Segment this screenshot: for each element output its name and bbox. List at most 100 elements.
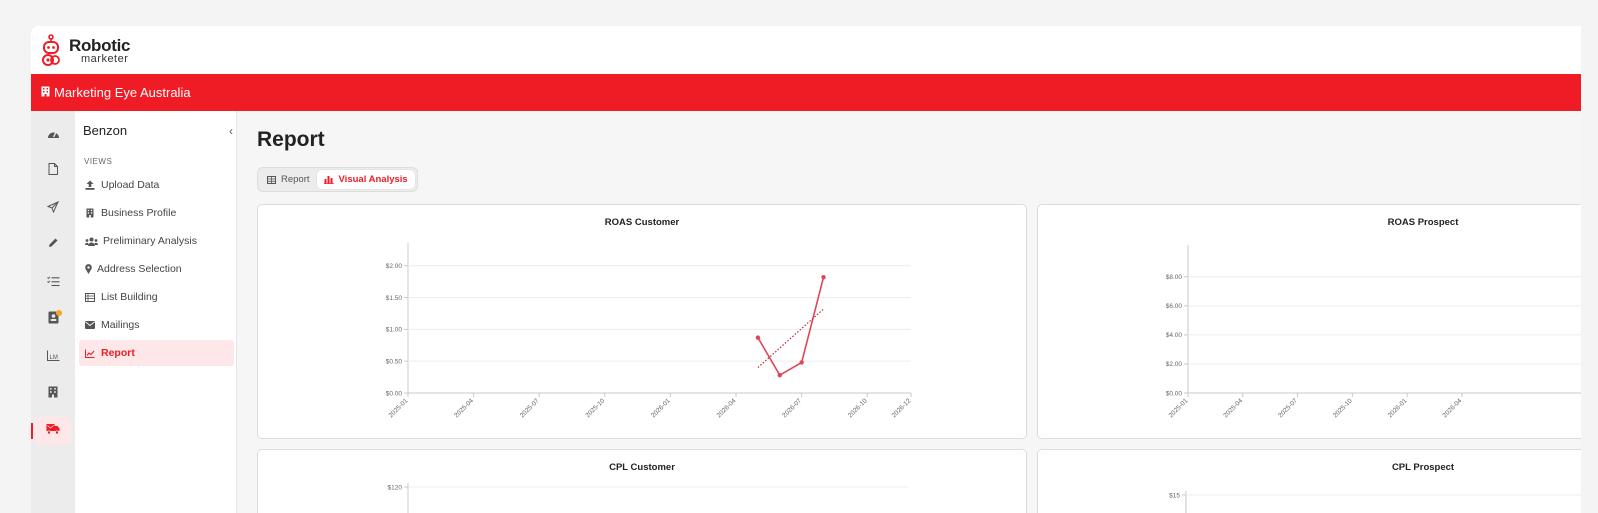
rail-documents[interactable] bbox=[35, 157, 71, 185]
table-icon bbox=[267, 175, 276, 184]
bar-chart-icon bbox=[323, 175, 334, 184]
view-toggle: Report Visual Analysis bbox=[257, 167, 418, 192]
x-tick-label: 2025-10 bbox=[584, 397, 606, 419]
app-window: Robotic marketer Marketing Eye Australia bbox=[31, 26, 1581, 513]
x-tick-label: 2026-01 bbox=[1387, 397, 1409, 419]
sidebar-item-label: Mailings bbox=[101, 319, 140, 331]
x-tick-label: 2025-07 bbox=[519, 397, 541, 419]
roas-prospect-chart: $0.00 $2.00 $4.00 $6.00 $8.00 2025-01 2025-04 2… bbox=[1166, 245, 1581, 419]
sidebar-title: Benzon bbox=[83, 123, 128, 138]
rail-contacts[interactable] bbox=[35, 306, 71, 334]
tab-visual-analysis[interactable]: Visual Analysis bbox=[316, 170, 415, 189]
y-tick-label: $4.00 bbox=[1166, 332, 1183, 339]
organization-bar[interactable]: Marketing Eye Australia bbox=[31, 74, 1581, 111]
chart-card-roas-customer: ROAS Customer $0.00 $0.50 $1.00 $1.50 $2.00 2… bbox=[257, 204, 1027, 439]
sidebar-item-report[interactable]: Report bbox=[79, 340, 234, 366]
page-title: Report bbox=[257, 128, 325, 151]
y-tick-label: $1.50 bbox=[386, 295, 403, 302]
map-pin-icon bbox=[84, 263, 92, 275]
mail-truck-icon bbox=[46, 422, 60, 440]
organization-name: Marketing Eye Australia bbox=[54, 85, 191, 100]
envelope-icon bbox=[84, 319, 96, 331]
logo-bar: Robotic marketer bbox=[31, 26, 1581, 76]
views-section-label: VIEWS bbox=[84, 157, 113, 166]
y-tick-label: $120 bbox=[388, 484, 403, 491]
data-point bbox=[799, 360, 804, 365]
brand-logo[interactable]: Robotic marketer bbox=[41, 34, 130, 68]
x-tick-label: 2026-07 bbox=[781, 397, 803, 419]
y-tick-label: $0.00 bbox=[386, 390, 403, 397]
rail-dashboard[interactable] bbox=[35, 121, 71, 149]
x-tick-label: 2026-04 bbox=[716, 397, 738, 419]
chart-card-cpl-prospect: CPL Prospect $15 bbox=[1037, 449, 1581, 513]
x-tick-label: 2026-12 bbox=[891, 397, 913, 419]
rail-tasks[interactable] bbox=[35, 269, 71, 297]
sidebar-item-label: Report bbox=[101, 347, 135, 359]
x-tick-label: 2025-01 bbox=[1168, 397, 1190, 419]
cpl-prospect-chart: $15 bbox=[1169, 491, 1581, 513]
data-point bbox=[821, 274, 826, 280]
x-tick-label: 2025-04 bbox=[1222, 397, 1244, 419]
tab-report[interactable]: Report bbox=[260, 170, 317, 189]
tab-label: Report bbox=[281, 174, 310, 185]
sidebar-item-address-selection[interactable]: Address Selection bbox=[79, 256, 234, 282]
checklist-icon bbox=[46, 274, 60, 292]
rail-mailings[interactable] bbox=[31, 417, 71, 445]
sidebar-item-upload-data[interactable]: Upload Data bbox=[79, 172, 234, 198]
sidebar-item-mailings[interactable]: Mailings bbox=[79, 312, 234, 338]
roas-customer-chart: $0.00 $0.50 $1.00 $1.50 $2.00 2025-01 2025-04 2… bbox=[386, 243, 913, 419]
pencil-icon bbox=[47, 236, 59, 254]
building-icon bbox=[41, 85, 50, 100]
rail-organizations[interactable] bbox=[35, 380, 71, 408]
chart-icon: LM bbox=[46, 348, 60, 366]
rail-editor[interactable] bbox=[35, 231, 71, 259]
y-tick-label: $2.00 bbox=[1166, 361, 1183, 368]
chart-card-cpl-customer: CPL Customer $120 bbox=[257, 449, 1027, 513]
line-chart-icon bbox=[84, 347, 96, 359]
y-tick-label: $8.00 bbox=[1166, 274, 1183, 281]
sidebar-item-preliminary-analysis[interactable]: Preliminary Analysis bbox=[79, 228, 234, 254]
data-point bbox=[777, 372, 782, 378]
building-icon bbox=[84, 207, 96, 219]
brand-subname: marketer bbox=[81, 53, 129, 65]
sidebar-item-list-building[interactable]: List Building bbox=[79, 284, 234, 310]
y-tick-label: $2.00 bbox=[386, 263, 403, 270]
icon-rail: LM bbox=[31, 111, 75, 513]
rail-campaigns[interactable] bbox=[35, 195, 71, 223]
y-tick-label: $6.00 bbox=[1166, 303, 1183, 310]
upload-icon bbox=[84, 179, 96, 191]
x-tick-label: 2026-01 bbox=[650, 397, 672, 419]
x-tick-label: 2026-10 bbox=[847, 397, 869, 419]
dashboard-icon bbox=[47, 126, 60, 144]
series-line bbox=[757, 276, 825, 377]
x-tick-label: 2025-04 bbox=[453, 397, 475, 419]
data-point bbox=[755, 335, 761, 340]
sidebar-item-label: List Building bbox=[101, 291, 158, 303]
document-icon bbox=[48, 162, 58, 180]
y-tick-label: $1.00 bbox=[386, 327, 403, 334]
chart-card-roas-prospect: ROAS Prospect $0.00 $2.00 $4.00 $6.00 $8.00 2… bbox=[1037, 204, 1581, 439]
sidebar-item-business-profile[interactable]: Business Profile bbox=[79, 200, 234, 226]
notification-badge bbox=[56, 310, 62, 316]
chevron-left-icon[interactable]: ‹ bbox=[229, 124, 233, 138]
users-icon bbox=[84, 235, 98, 247]
rail-analytics[interactable]: LM bbox=[35, 343, 71, 371]
x-tick-label: 2025-10 bbox=[1332, 397, 1354, 419]
send-icon bbox=[46, 200, 59, 218]
sidebar: Benzon ‹ VIEWS Upload Data Business Prof… bbox=[75, 111, 237, 513]
y-tick-label: $0.50 bbox=[386, 358, 403, 365]
robot-logo-icon bbox=[41, 34, 67, 68]
x-tick-label: 2026-04 bbox=[1442, 397, 1464, 419]
brand-name: Robotic bbox=[69, 36, 131, 55]
main-content: Report Report Visual Analysis ROAS Custo… bbox=[237, 111, 1581, 513]
svg-text:LM: LM bbox=[49, 355, 57, 361]
sidebar-item-label: Upload Data bbox=[101, 179, 160, 191]
x-tick-label: 2025-01 bbox=[388, 397, 410, 419]
sidebar-item-label: Preliminary Analysis bbox=[103, 235, 197, 247]
tab-label: Visual Analysis bbox=[338, 174, 408, 185]
y-tick-label: $0.00 bbox=[1166, 390, 1183, 397]
sidebar-item-label: Address Selection bbox=[97, 263, 182, 275]
y-tick-label: $15 bbox=[1169, 492, 1180, 499]
building-icon bbox=[48, 385, 58, 403]
x-tick-label: 2025-07 bbox=[1277, 397, 1299, 419]
